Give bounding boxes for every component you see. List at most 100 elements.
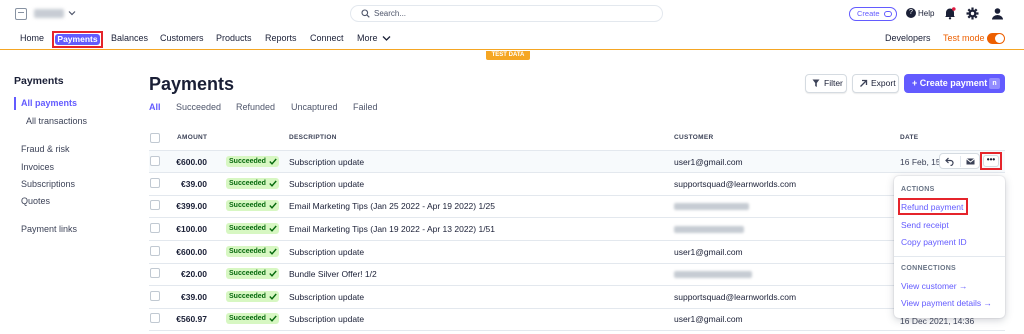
row-description: Subscription update [289,247,365,257]
menu-item-copy-payment-id[interactable]: Copy payment ID [901,237,967,247]
status-label: Succeeded [229,158,266,165]
status-badge: Succeeded [226,246,279,257]
row-divider [149,172,1005,173]
nav-developers[interactable]: Developers [885,33,931,43]
menu-section-connections: CONNECTIONS [901,265,957,272]
account-name-redacted[interactable] [34,9,64,18]
sidebar-title: Payments [14,75,64,87]
row-customer: user1@gmail.com [674,247,743,257]
search-icon [361,9,370,18]
top-bar: Search... Create ? Help [0,0,1024,28]
nav-customers[interactable]: Customers [160,33,204,43]
nav-more-label: More [357,33,378,43]
row-customer: user1@gmail.com [674,314,743,324]
more-actions-button[interactable]: ••• [980,152,1002,170]
menu-item-view-payment-details[interactable]: View payment details → [901,298,992,308]
main-nav: Home Payments Balances Customers Product… [0,28,1024,50]
nav-more[interactable]: More [357,33,391,43]
create-button[interactable]: Create [849,7,897,21]
nav-connect[interactable]: Connect [310,33,344,43]
tab-failed[interactable]: Failed [353,102,378,112]
tab-refunded[interactable]: Refunded [236,102,275,112]
filter-button[interactable]: Filter [805,74,847,93]
sidebar-item-invoices[interactable]: Invoices [21,162,54,172]
test-mode-label: Test mode [943,33,985,43]
check-icon [269,248,277,255]
email-receipt-icon[interactable] [966,158,975,165]
menu-item-refund-payment[interactable]: Refund payment [901,202,963,212]
tab-uncaptured[interactable]: Uncaptured [291,102,338,112]
menu-section-actions: ACTIONS [901,186,935,193]
row-divider [149,330,1005,331]
filter-icon [812,79,820,87]
nav-payments[interactable]: Payments [52,31,103,48]
check-icon [269,225,277,232]
row-description: Email Marketing Tips (Jan 19 2022 - Apr … [289,224,496,234]
column-header-date[interactable]: DATE [900,134,918,141]
status-label: Succeeded [229,270,266,277]
sidebar-item-payment-links[interactable]: Payment links [21,224,77,234]
account-icon[interactable] [15,8,27,20]
export-button[interactable]: Export [852,74,899,93]
row-description: Subscription update [289,157,365,167]
row-divider [149,195,1005,196]
nav-payments-label: Payments [55,34,100,45]
check-icon [269,293,277,300]
status-badge: Succeeded [226,223,279,234]
nav-reports[interactable]: Reports [265,33,297,43]
help-button[interactable]: ? Help [906,8,934,19]
sidebar-item-quotes[interactable]: Quotes [21,196,50,206]
status-badge: Succeeded [226,156,279,167]
status-label: Succeeded [229,315,266,322]
refund-arrow-icon[interactable] [945,157,954,166]
row-amount: €560.97 [176,314,207,324]
row-amount: €600.00 [176,157,207,167]
filter-label: Filter [824,78,843,88]
menu-item-send-receipt[interactable]: Send receipt [901,220,949,230]
sidebar-item-fraud-risk[interactable]: Fraud & risk [21,144,70,154]
row-actions-menu: ACTIONS Refund payment Send receipt Copy… [894,176,1005,318]
test-mode-toggle[interactable] [987,33,1005,44]
sidebar-item-subscriptions[interactable]: Subscriptions [21,179,75,189]
search-input[interactable]: Search... [350,5,663,22]
sidebar-item-all-payments[interactable]: All payments [21,98,77,108]
status-badge: Succeeded [226,200,279,211]
column-header-amount[interactable]: AMOUNT [177,134,207,141]
status-label: Succeeded [229,180,266,187]
status-badge: Succeeded [226,268,279,279]
create-label: Create [857,9,880,18]
row-divider [149,285,1005,286]
status-badge: Succeeded [226,313,279,324]
row-amount: €39.00 [181,179,207,189]
row-description: Subscription update [289,179,365,189]
settings-gear-icon[interactable] [966,7,979,20]
search-placeholder: Search... [374,9,407,18]
create-payment-button[interactable]: + Create payment n [904,74,1005,93]
nav-balances[interactable]: Balances [111,33,148,43]
user-profile-icon[interactable] [991,7,1004,20]
create-payment-label: + Create payment [912,78,988,88]
menu-item-view-customer[interactable]: View customer → [901,281,967,291]
row-divider [149,240,1005,241]
export-arrow-icon [860,79,868,87]
row-divider [149,263,1005,264]
chevron-down-icon [382,36,390,42]
column-header-description[interactable]: DESCRIPTION [289,134,337,141]
column-header-customer[interactable]: CUSTOMER [674,134,713,141]
sidebar-item-all-transactions[interactable]: All transactions [26,116,87,126]
row-customer: supportsquad@learnworlds.com [674,179,797,189]
status-label: Succeeded [229,202,266,209]
row-amount: €100.00 [176,224,207,234]
chevron-down-icon[interactable] [68,9,76,17]
more-horizontal-icon: ••• [983,155,999,167]
tab-succeeded[interactable]: Succeeded [176,102,221,112]
nav-home[interactable]: Home [20,33,44,43]
row-customer-redacted [674,226,744,233]
nav-products[interactable]: Products [216,33,252,43]
row-customer: user1@gmail.com [674,157,743,167]
select-all-checkbox[interactable] [150,133,160,143]
tab-all[interactable]: All [149,102,161,112]
row-description: Subscription update [289,314,365,324]
check-icon [269,315,277,322]
notifications-bell-icon[interactable] [944,7,956,20]
